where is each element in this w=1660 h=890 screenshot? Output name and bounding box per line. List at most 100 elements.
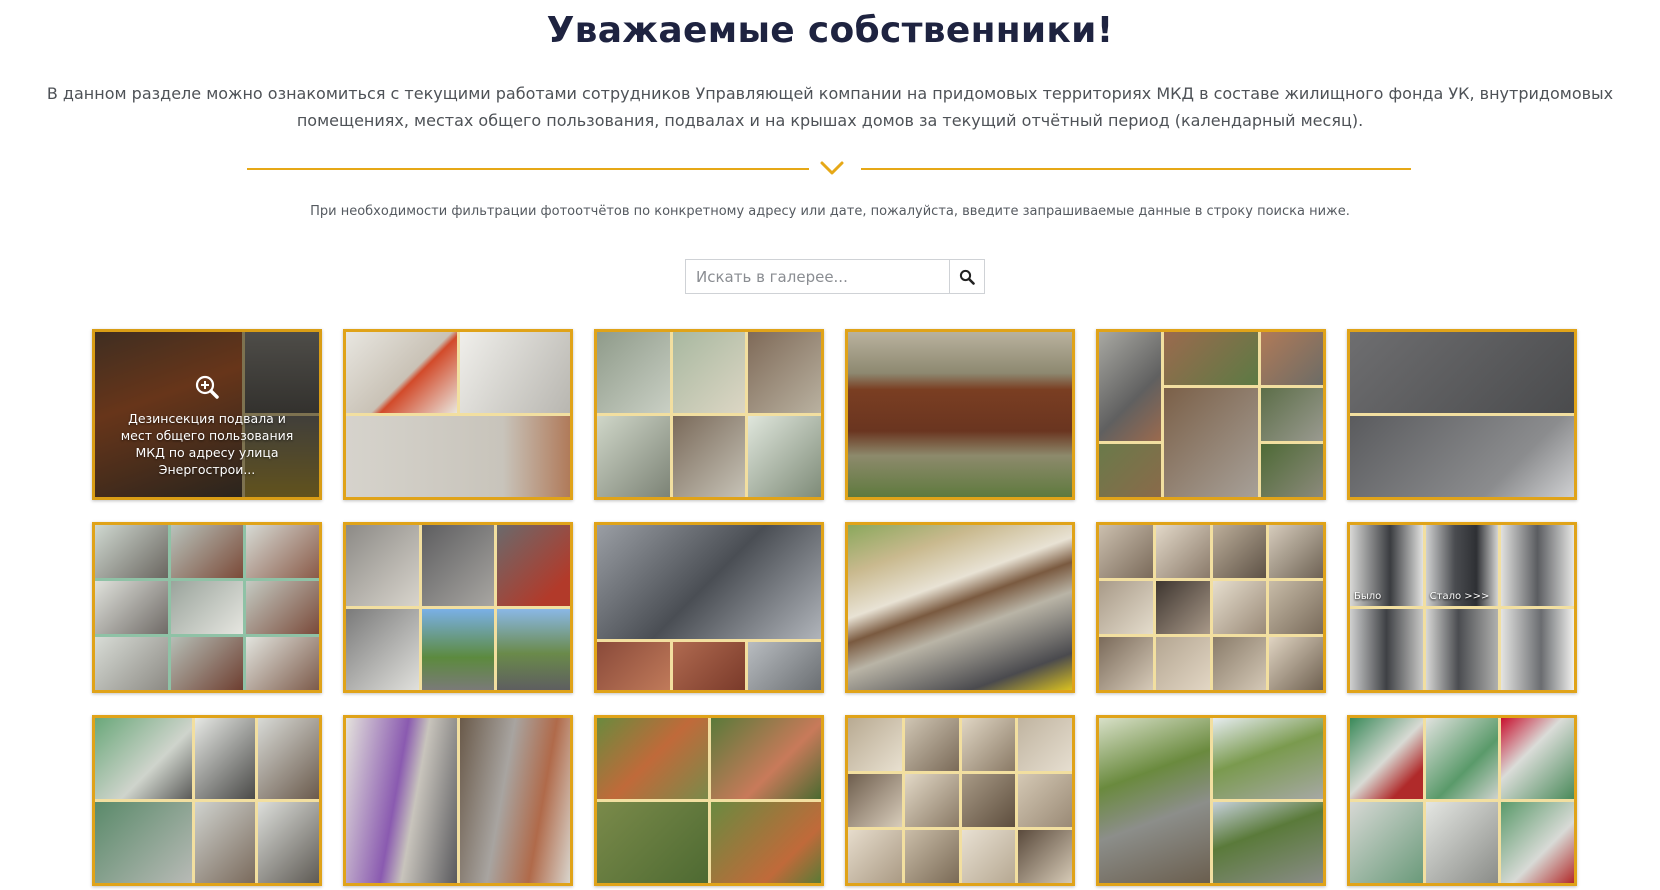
thumbnail (1212, 637, 1267, 690)
gallery-item-caption: Дезинсекция подвала и мест общего пользо… (120, 411, 294, 477)
gallery-item[interactable] (845, 329, 1075, 500)
thumbnail (346, 416, 570, 497)
thumbnail: Стало >>> (1425, 525, 1499, 606)
gallery-item[interactable] (1347, 329, 1577, 500)
thumbnail (748, 416, 821, 497)
thumbnail (597, 332, 670, 413)
gallery-item[interactable]: Дезинсекция подвала и мест общего пользо… (92, 329, 322, 500)
thumbnail: Было (1350, 525, 1423, 606)
search-input[interactable] (686, 260, 949, 293)
thumbnail (748, 332, 821, 413)
thumbnail (1018, 718, 1072, 771)
gallery-item[interactable] (1347, 715, 1577, 886)
thumbnail (95, 637, 168, 690)
gallery-item[interactable]: Было Стало >>> (1347, 522, 1577, 693)
divider-line-right (861, 168, 1411, 170)
thumbnail (258, 802, 319, 883)
thumbnail (961, 774, 1016, 827)
thumbnail (1350, 332, 1574, 413)
thumbnail (194, 802, 256, 883)
thumbnail (597, 525, 821, 640)
thumbnail (904, 830, 959, 883)
gallery-item[interactable] (594, 522, 824, 693)
thumbnail (170, 581, 244, 634)
thumbnail (246, 525, 319, 578)
thumbnail (95, 581, 168, 634)
thumbnail (1212, 718, 1323, 799)
divider-line-left (247, 168, 809, 170)
thumbnail (1099, 332, 1162, 441)
thumbnail (848, 718, 902, 771)
thumbnail (421, 609, 495, 690)
thumbnail (1099, 525, 1153, 578)
gallery-item[interactable] (343, 522, 573, 693)
thumbnail (1018, 830, 1072, 883)
thumbnail (346, 609, 419, 690)
thumbnail (1099, 637, 1153, 690)
thumbnail (1260, 444, 1323, 497)
gallery-item[interactable] (1096, 329, 1326, 500)
gallery-item[interactable] (343, 715, 573, 886)
thumbnail (1425, 609, 1499, 690)
thumbnail (95, 718, 192, 799)
search-icon (959, 269, 975, 285)
thumbnail (258, 718, 319, 799)
gallery-item[interactable] (1096, 715, 1326, 886)
gallery-item[interactable] (594, 329, 824, 500)
thumbnail (1099, 718, 1210, 883)
thumbnail (246, 581, 319, 634)
gallery-item[interactable] (1096, 522, 1326, 693)
search-hint: При необходимости фильтрации фотоотчётов… (310, 204, 1350, 219)
thumbnail (1501, 609, 1574, 690)
gallery-item[interactable] (343, 329, 573, 500)
thumbnail (1212, 525, 1267, 578)
hover-overlay[interactable]: Дезинсекция подвала и мест общего пользо… (95, 332, 319, 497)
thumbnail (848, 332, 1072, 497)
thumbnail (848, 774, 902, 827)
thumbnail (1350, 718, 1423, 799)
thumbnail (170, 525, 244, 578)
photo-label-before: Было (1354, 591, 1382, 602)
thumbnail (1155, 637, 1210, 690)
thumbnail (1164, 332, 1258, 385)
thumbnail (1164, 388, 1258, 497)
thumbnail (346, 525, 419, 606)
thumbnail (672, 416, 746, 497)
thumbnail (1018, 774, 1072, 827)
thumbnail (497, 609, 570, 690)
gallery-item[interactable] (845, 522, 1075, 693)
thumbnail (1269, 525, 1323, 578)
thumbnail (1269, 637, 1323, 690)
photo-gallery: Дезинсекция подвала и мест общего пользо… (92, 329, 1577, 886)
thumbnail (597, 642, 670, 690)
thumbnail (597, 802, 708, 883)
thumbnail (1350, 802, 1423, 883)
thumbnail (672, 642, 746, 690)
search-button[interactable] (949, 260, 984, 293)
thumbnail (1269, 581, 1323, 634)
section-divider (247, 160, 1411, 182)
thumbnail (961, 830, 1016, 883)
gallery-item[interactable] (92, 715, 322, 886)
gallery-item[interactable] (594, 715, 824, 886)
thumbnail (1425, 718, 1499, 799)
thumbnail (1350, 609, 1423, 690)
gallery-item[interactable] (845, 715, 1075, 886)
thumbnail (95, 525, 168, 578)
thumbnail (459, 332, 570, 413)
thumbnail (904, 774, 959, 827)
thumbnail (748, 642, 821, 690)
intro-text: В данном разделе можно ознакомиться с те… (46, 84, 1614, 130)
thumbnail (672, 332, 746, 413)
thumbnail (710, 802, 821, 883)
thumbnail (1501, 802, 1574, 883)
thumbnail (597, 416, 670, 497)
thumbnail (1425, 802, 1499, 883)
chevron-down-icon (820, 161, 844, 175)
gallery-item[interactable] (92, 522, 322, 693)
thumbnail (961, 718, 1016, 771)
thumbnail (1260, 332, 1323, 385)
thumbnail (1099, 444, 1162, 497)
zoom-in-icon (195, 375, 219, 399)
thumbnail (1155, 525, 1210, 578)
